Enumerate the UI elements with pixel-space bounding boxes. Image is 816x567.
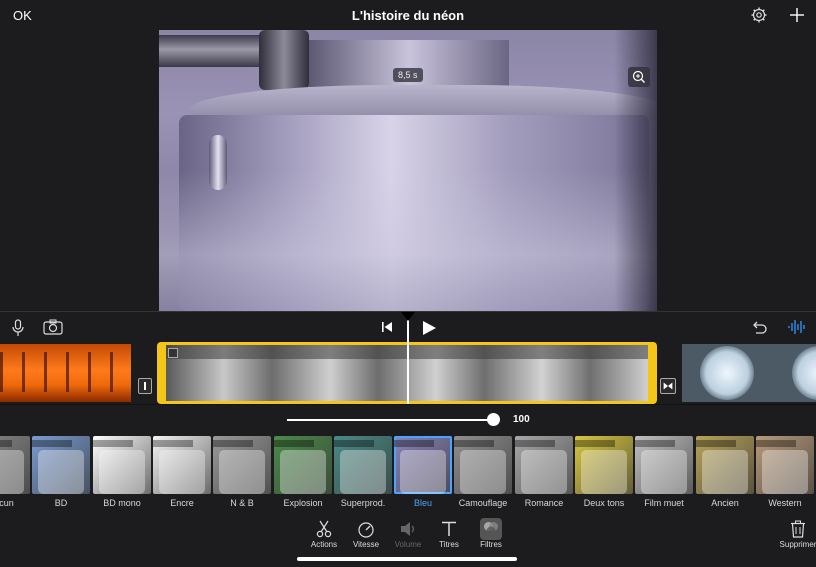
- waveform-icon[interactable]: [787, 318, 807, 336]
- top-bar: OK L'histoire du néon: [0, 0, 816, 30]
- filter-thumbnail: [635, 436, 693, 494]
- filter-thumbnail: [575, 436, 633, 494]
- slider-value: 100: [513, 414, 530, 425]
- filter-intensity-slider: 100: [0, 404, 816, 434]
- transition-icon[interactable]: [660, 378, 676, 394]
- clip-next[interactable]: [682, 344, 816, 402]
- camera-icon[interactable]: [43, 319, 63, 335]
- slider-knob[interactable]: [487, 413, 500, 426]
- filter-thumbnail: [0, 436, 30, 494]
- undo-icon[interactable]: [751, 320, 767, 335]
- microphone-icon[interactable]: [11, 319, 25, 337]
- playhead-marker: [401, 312, 415, 321]
- filter-thumbnail: [454, 436, 512, 494]
- filter-thumbnail: [153, 436, 211, 494]
- filter-item[interactable]: Film muet: [635, 436, 693, 510]
- filter-thumbnail: [334, 436, 392, 494]
- speaker-icon: [401, 522, 414, 536]
- filter-item[interactable]: Ancien: [696, 436, 754, 510]
- delete-button[interactable]: Supprimer: [778, 520, 816, 560]
- filter-item[interactable]: Deux tons: [575, 436, 633, 510]
- clip-previous[interactable]: [0, 344, 131, 402]
- filter-strip: AucunBDBD monoEncreN & BExplosionSuperpr…: [0, 434, 816, 512]
- filter-item[interactable]: Romance: [515, 436, 573, 510]
- filters-label: Filtres: [480, 540, 502, 549]
- home-indicator[interactable]: [297, 557, 517, 561]
- filter-item[interactable]: N & B: [213, 436, 271, 510]
- porthole-shape: [700, 346, 754, 400]
- clip-duration-badge: 8,5 s: [393, 68, 423, 82]
- gear-icon[interactable]: [751, 7, 767, 23]
- text-icon: [442, 521, 456, 536]
- filter-item[interactable]: Camouflage: [454, 436, 512, 510]
- trash-icon: [791, 520, 805, 538]
- filter-label: Western: [768, 498, 802, 508]
- filter-thumbnail: [696, 436, 754, 494]
- filter-thumbnail: [515, 436, 573, 494]
- filter-item[interactable]: BD mono: [93, 436, 151, 510]
- filters-button[interactable]: Filtres: [471, 518, 511, 560]
- filter-item[interactable]: BD: [32, 436, 90, 510]
- video-viewer: 8,5 s: [0, 30, 816, 311]
- filter-thumbnail: [274, 436, 332, 494]
- filter-item[interactable]: Explosion: [274, 436, 332, 510]
- filter-item[interactable]: Western: [756, 436, 814, 510]
- vapor-haze: [159, 170, 657, 311]
- filter-thumbnail: [93, 436, 151, 494]
- filter-thumbnail: [32, 436, 90, 494]
- plus-icon[interactable]: [789, 7, 805, 23]
- filter-thumbnail: [213, 436, 271, 494]
- slider-track[interactable]: [287, 419, 495, 421]
- scissors-icon: [316, 520, 332, 538]
- clip-type-badge: [168, 348, 178, 358]
- filter-thumbnail: [394, 436, 452, 494]
- zoom-in-icon[interactable]: [628, 67, 650, 87]
- trim-handle-button[interactable]: [138, 378, 152, 394]
- playhead[interactable]: [407, 312, 409, 404]
- pipe-joint-shape: [259, 30, 309, 90]
- project-title: L'histoire du néon: [351, 8, 465, 23]
- filter-item[interactable]: Superprod.: [334, 436, 392, 510]
- porthole-shape: [792, 346, 816, 400]
- filter-thumbnail: [756, 436, 814, 494]
- filter-item[interactable]: Bleu: [394, 436, 452, 510]
- play-icon[interactable]: [421, 320, 437, 336]
- delete-label: Supprimer: [779, 540, 816, 549]
- filters-icon: [484, 522, 498, 536]
- skip-to-start-icon[interactable]: [381, 321, 393, 333]
- speedometer-icon: [358, 522, 374, 538]
- filter-item[interactable]: Encre: [153, 436, 211, 510]
